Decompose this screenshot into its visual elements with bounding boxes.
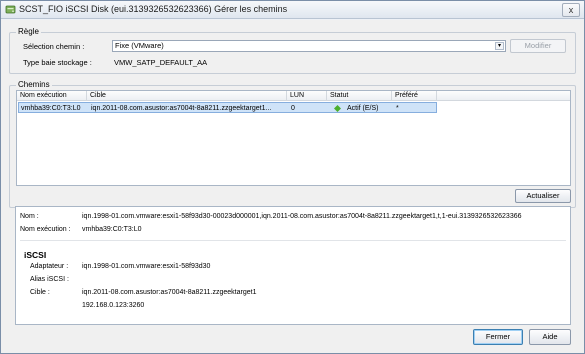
target-label: Cible : bbox=[30, 289, 50, 296]
path-details-panel: Nom : iqn.1998-01.com.vmware:esxi1-58f93… bbox=[15, 206, 571, 325]
paths-table-header: Nom exécution Cible LUN Statut Préféré bbox=[17, 91, 570, 101]
iscsi-section-title: iSCSI bbox=[24, 250, 47, 260]
row-status: Actif (E/S) bbox=[347, 105, 379, 112]
row-lun: 0 bbox=[291, 105, 295, 112]
column-header-runtime[interactable]: Nom exécution bbox=[17, 91, 87, 101]
path-selection-label: Sélection chemin : bbox=[23, 42, 85, 51]
modify-button[interactable]: Modifier bbox=[510, 39, 566, 53]
close-icon: x bbox=[568, 5, 574, 15]
column-header-target[interactable]: Cible bbox=[87, 91, 287, 101]
policy-group-label: Règle bbox=[16, 27, 41, 36]
details-name-label: Nom : bbox=[20, 213, 39, 220]
window-title: SCST_FIO iSCSI Disk (eui.313932653262336… bbox=[19, 4, 288, 14]
alias-label: Alias iSCSI : bbox=[30, 276, 69, 283]
target-address: 192.168.0.123:3260 bbox=[82, 302, 145, 309]
path-selection-value: Fixe (VMware) bbox=[115, 41, 164, 50]
target-value: iqn.2011-08.com.asustor:as7004t-8a8211.z… bbox=[82, 289, 257, 296]
close-button[interactable]: Fermer bbox=[473, 329, 523, 345]
title-bar[interactable]: SCST_FIO iSCSI Disk (eui.313932653262336… bbox=[1, 1, 584, 19]
storage-disk-icon bbox=[5, 5, 16, 14]
paths-group-label: Chemins bbox=[16, 80, 52, 89]
table-row[interactable]: vmhba39:C0:T3:L0 iqn.2011-08.com.asustor… bbox=[18, 102, 437, 113]
details-name-value: iqn.1998-01.com.vmware:esxi1-58f93d30-00… bbox=[82, 213, 522, 220]
paths-table: Nom exécution Cible LUN Statut Préféré v… bbox=[16, 90, 571, 186]
chevron-down-icon[interactable]: ▾ bbox=[495, 42, 504, 50]
active-status-icon bbox=[334, 105, 341, 112]
paths-group: Chemins Nom exécution Cible LUN Statut P… bbox=[9, 80, 576, 208]
storage-type-value: VMW_SATP_DEFAULT_AA bbox=[114, 58, 208, 67]
path-selection-dropdown[interactable]: Fixe (VMware) ▾ bbox=[112, 40, 506, 52]
help-button[interactable]: Aide bbox=[529, 329, 571, 345]
details-runtime-label: Nom exécution : bbox=[20, 226, 71, 233]
details-separator bbox=[20, 240, 566, 241]
storage-type-label: Type baie stockage : bbox=[23, 58, 92, 67]
adapter-label: Adaptateur : bbox=[30, 263, 69, 270]
details-runtime-value: vmhba39:C0:T3:L0 bbox=[82, 226, 142, 233]
row-runtime-name: vmhba39:C0:T3:L0 bbox=[21, 105, 81, 112]
adapter-value: iqn.1998-01.com.vmware:esxi1-58f93d30 bbox=[82, 263, 211, 270]
column-header-lun[interactable]: LUN bbox=[287, 91, 327, 101]
refresh-button[interactable]: Actualiser bbox=[515, 189, 571, 203]
dialog-body: Règle Sélection chemin : Fixe (VMware) ▾… bbox=[1, 20, 584, 353]
column-header-status[interactable]: Statut bbox=[327, 91, 392, 101]
manage-paths-dialog: SCST_FIO iSCSI Disk (eui.313932653262336… bbox=[0, 0, 585, 354]
row-target: iqn.2011-08.com.asustor:as7004t-8a8211.z… bbox=[91, 105, 272, 112]
policy-group: Règle Sélection chemin : Fixe (VMware) ▾… bbox=[9, 27, 576, 74]
row-preferred: * bbox=[396, 105, 399, 112]
column-header-preferred[interactable]: Préféré bbox=[392, 91, 437, 101]
close-window-button[interactable]: x bbox=[562, 3, 580, 17]
